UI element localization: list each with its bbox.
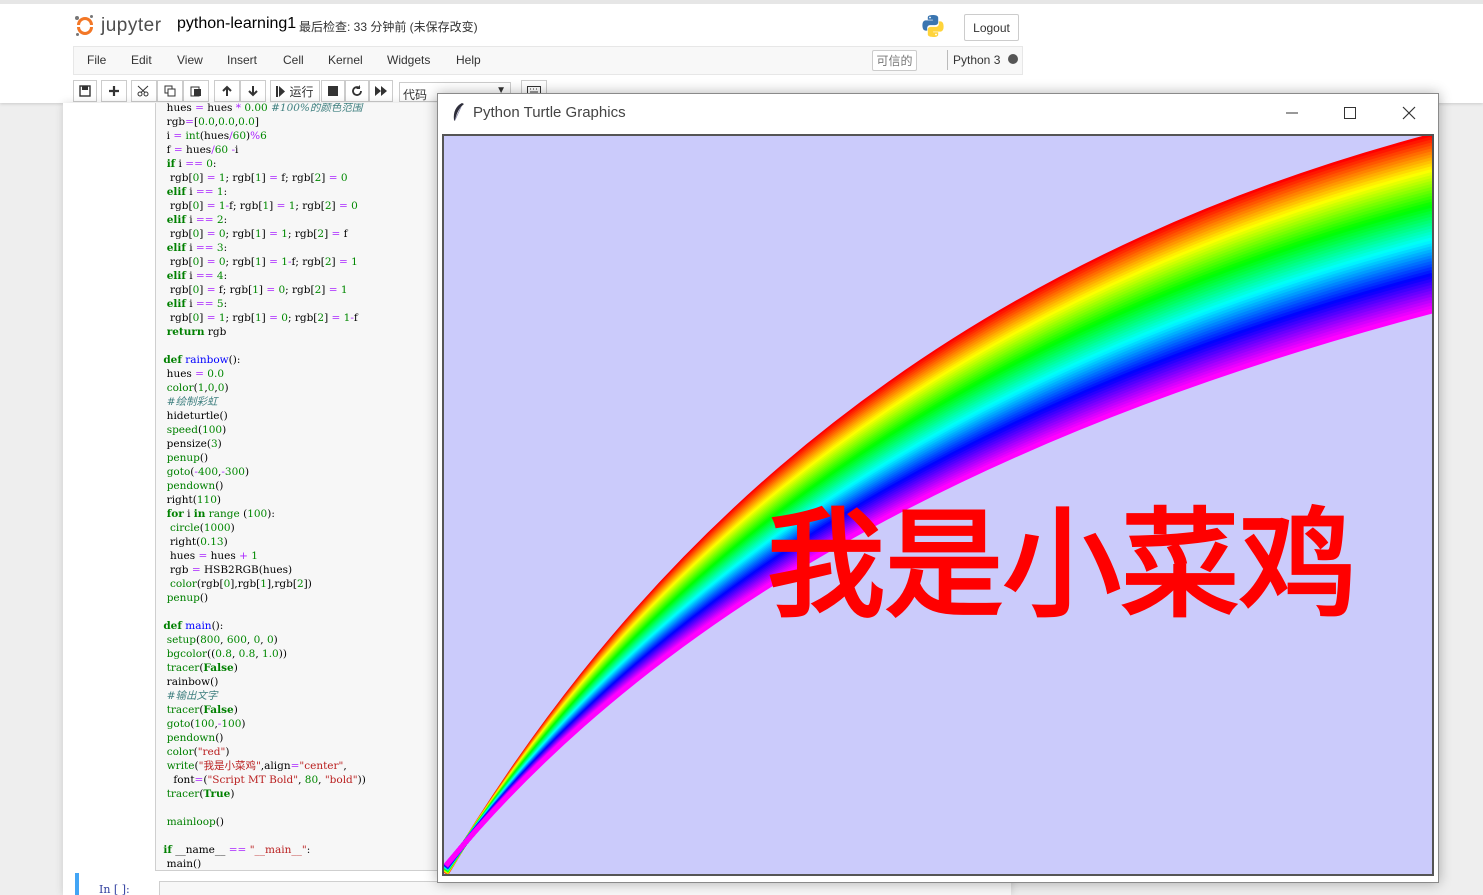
rainbow-drawing: 我是小菜鸡 [444,136,1432,874]
move-up-icon [222,85,232,96]
turtle-window-title: Python Turtle Graphics [473,104,626,121]
move-up-button[interactable] [214,80,240,102]
jupyter-logo-icon [75,15,95,36]
run-icon [276,85,286,97]
turtle-canvas[interactable]: 我是小菜鸡 [442,134,1434,876]
paste-icon [190,86,201,97]
menu-help[interactable]: Help [456,53,481,67]
next-cell-input[interactable] [159,881,1011,895]
turtle-graphics-window: Python Turtle Graphics 我是小菜鸡 [437,93,1439,883]
menu-cell[interactable]: Cell [283,53,304,67]
copy-icon [164,85,176,97]
menu-widgets[interactable]: Widgets [387,53,430,67]
close-icon[interactable] [1402,106,1416,120]
canvas-text: 我是小菜鸡 [767,495,1357,634]
cell-type-value: 代码 [403,88,428,102]
code-editor[interactable]: hues = hues * 0.00 #100%的颜色范围 rgb=[0.0,0… [160,103,365,871]
python-logo-icon [922,15,944,37]
menu-insert[interactable]: Insert [227,53,257,67]
menu-file[interactable]: File [87,53,106,67]
kernel-name[interactable]: Python 3 [953,53,1000,67]
minimize-icon[interactable] [1285,106,1299,120]
restart-button[interactable] [345,80,369,102]
notebook-name[interactable]: python-learning1 [177,15,296,33]
save-icon [79,85,91,97]
run-button[interactable]: 运行 [270,80,320,102]
move-down-button[interactable] [240,80,266,102]
save-button[interactable] [73,80,97,102]
cut-icon [137,85,149,97]
restart-run-all-button[interactable] [369,80,393,102]
add-cell-icon [109,86,119,96]
cut-button[interactable] [131,80,157,102]
jupyter-wordmark: jupyter [101,15,162,36]
paste-button[interactable] [183,80,209,102]
maximize-icon[interactable] [1343,106,1357,120]
checkpoint-status: 最后检查: 33 分钟前 (未保存改变) [299,20,478,34]
kernel-idle-icon [1008,54,1018,64]
insert-cell-button[interactable] [101,80,127,102]
jupyter-logo[interactable]: jupyter [75,14,162,38]
feather-icon [453,103,464,121]
fast-forward-icon [375,86,387,96]
logout-button[interactable]: Logout [964,14,1019,41]
cell-prompt: In [ ]: [99,883,130,895]
notebook-header: jupyter python-learning1 最后检查: 33 分钟前 (未… [0,0,1483,103]
menu-view[interactable]: View [177,53,203,67]
move-down-icon [248,86,258,97]
trusted-indicator[interactable]: 可信的 [872,50,917,71]
interrupt-button[interactable] [321,80,345,102]
kernel-separator [947,50,948,70]
stop-icon [328,86,338,96]
copy-button[interactable] [157,80,183,102]
code-cell-input[interactable]: hues = hues * 0.00 #100%的颜色范围 rgb=[0.0,0… [155,103,445,871]
run-label: 运行 [289,84,314,99]
menu-kernel[interactable]: Kernel [328,53,363,67]
restart-icon [352,85,362,96]
menu-edit[interactable]: Edit [131,53,152,67]
